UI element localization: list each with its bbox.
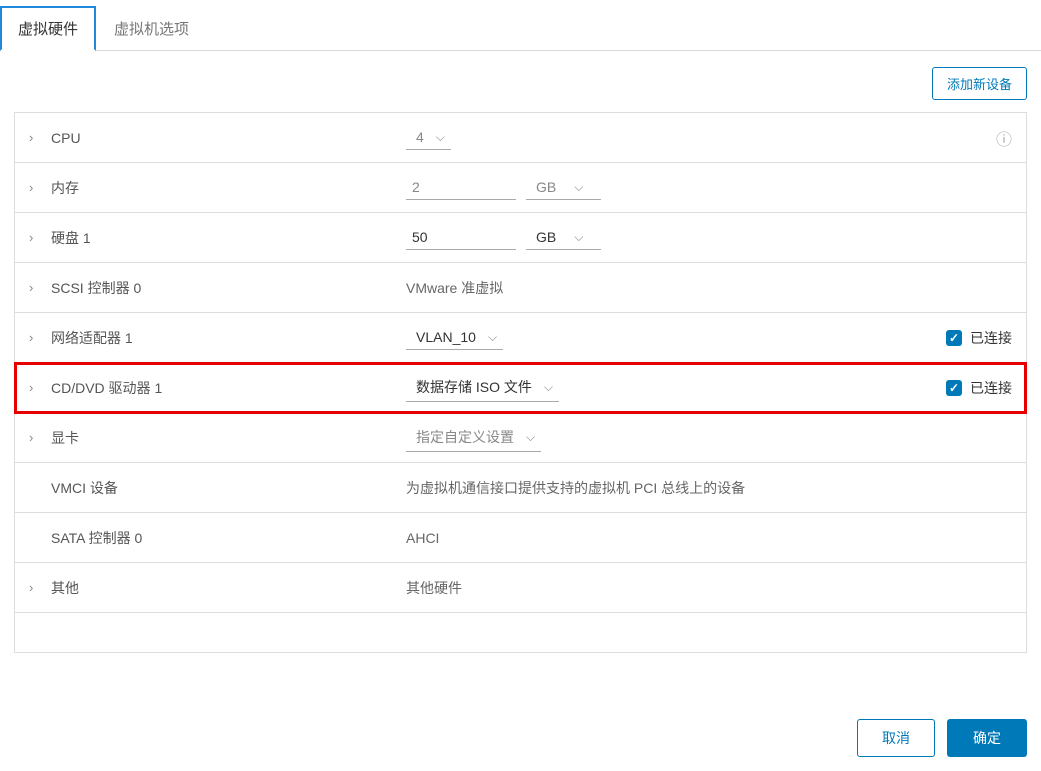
footer: 取消 确定 [0, 653, 1041, 771]
chevron-right-icon[interactable]: › [29, 230, 33, 245]
chevron-right-icon[interactable]: › [29, 580, 33, 595]
tabs: 虚拟硬件 虚拟机选项 [0, 0, 1041, 51]
cpu-select[interactable]: 4 ⌵ [406, 125, 451, 150]
row-label: CD/DVD 驱动器 1 [51, 378, 406, 398]
row-memory: › 内存 GB ⌵ [15, 163, 1026, 213]
cddvd-connected-checkbox[interactable]: ✓ [946, 380, 962, 396]
row-label: CPU [51, 130, 406, 146]
other-value: 其他硬件 [406, 578, 462, 598]
vmci-value: 为虚拟机通信接口提供支持的虚拟机 PCI 总线上的设备 [406, 478, 745, 498]
chevron-down-icon: ⌵ [544, 380, 553, 395]
memory-input[interactable] [406, 175, 516, 200]
row-label: 硬盘 1 [51, 228, 406, 248]
cancel-button[interactable]: 取消 [857, 719, 935, 757]
chevron-right-icon[interactable]: › [29, 180, 33, 195]
row-gpu: › 显卡 指定自定义设置 ⌵ [15, 413, 1026, 463]
toolbar: 添加新设备 [0, 51, 1041, 112]
row-scsi: › SCSI 控制器 0 VMware 准虚拟 [15, 263, 1026, 313]
row-label: 网络适配器 1 [51, 328, 406, 348]
row-label: SATA 控制器 0 [51, 528, 406, 548]
row-label: 显卡 [51, 428, 406, 448]
chevron-right-icon[interactable]: › [29, 430, 33, 445]
cddvd-select[interactable]: 数据存储 ISO 文件 ⌵ [406, 373, 559, 402]
row-nic: › 网络适配器 1 VLAN_10 ⌵ ✓ 已连接 [15, 313, 1026, 363]
memory-unit-select[interactable]: GB ⌵ [526, 175, 601, 200]
nic-connected-label: 已连接 [970, 328, 1012, 348]
row-disk: › 硬盘 1 GB ⌵ [15, 213, 1026, 263]
row-label: 其他 [51, 578, 406, 598]
row-label: SCSI 控制器 0 [51, 278, 406, 298]
scsi-value: VMware 准虚拟 [406, 278, 503, 298]
sata-value: AHCI [406, 530, 439, 546]
row-spacer [15, 613, 1026, 653]
add-device-button[interactable]: 添加新设备 [932, 67, 1027, 100]
chevron-right-icon[interactable]: › [29, 280, 33, 295]
chevron-down-icon: ⌵ [574, 180, 583, 195]
tab-hardware[interactable]: 虚拟硬件 [0, 6, 96, 51]
row-label: VMCI 设备 [51, 478, 406, 498]
nic-select[interactable]: VLAN_10 ⌵ [406, 325, 503, 350]
chevron-down-icon: ⌵ [488, 330, 497, 345]
device-list: › CPU 4 ⌵ ⓘ › 内存 GB ⌵ › 硬盘 1 GB ⌵ [14, 112, 1027, 653]
chevron-right-icon[interactable]: › [29, 130, 33, 145]
gpu-select[interactable]: 指定自定义设置 ⌵ [406, 423, 541, 452]
cddvd-connected-label: 已连接 [970, 378, 1012, 398]
row-cddvd: › CD/DVD 驱动器 1 数据存储 ISO 文件 ⌵ ✓ 已连接 [15, 363, 1026, 413]
disk-input[interactable] [406, 225, 516, 250]
nic-connected-checkbox[interactable]: ✓ [946, 330, 962, 346]
row-label: 内存 [51, 178, 406, 198]
row-sata: SATA 控制器 0 AHCI [15, 513, 1026, 563]
chevron-down-icon: ⌵ [526, 430, 535, 445]
info-icon[interactable]: ⓘ [996, 126, 1012, 150]
tab-vm-options[interactable]: 虚拟机选项 [96, 6, 207, 51]
row-cpu: › CPU 4 ⌵ ⓘ [15, 113, 1026, 163]
chevron-down-icon: ⌵ [574, 230, 583, 245]
chevron-right-icon[interactable]: › [29, 380, 33, 395]
chevron-down-icon: ⌵ [436, 130, 445, 145]
ok-button[interactable]: 确定 [947, 719, 1027, 757]
chevron-right-icon[interactable]: › [29, 330, 33, 345]
row-other: › 其他 其他硬件 [15, 563, 1026, 613]
disk-unit-select[interactable]: GB ⌵ [526, 225, 601, 250]
row-vmci: VMCI 设备 为虚拟机通信接口提供支持的虚拟机 PCI 总线上的设备 [15, 463, 1026, 513]
